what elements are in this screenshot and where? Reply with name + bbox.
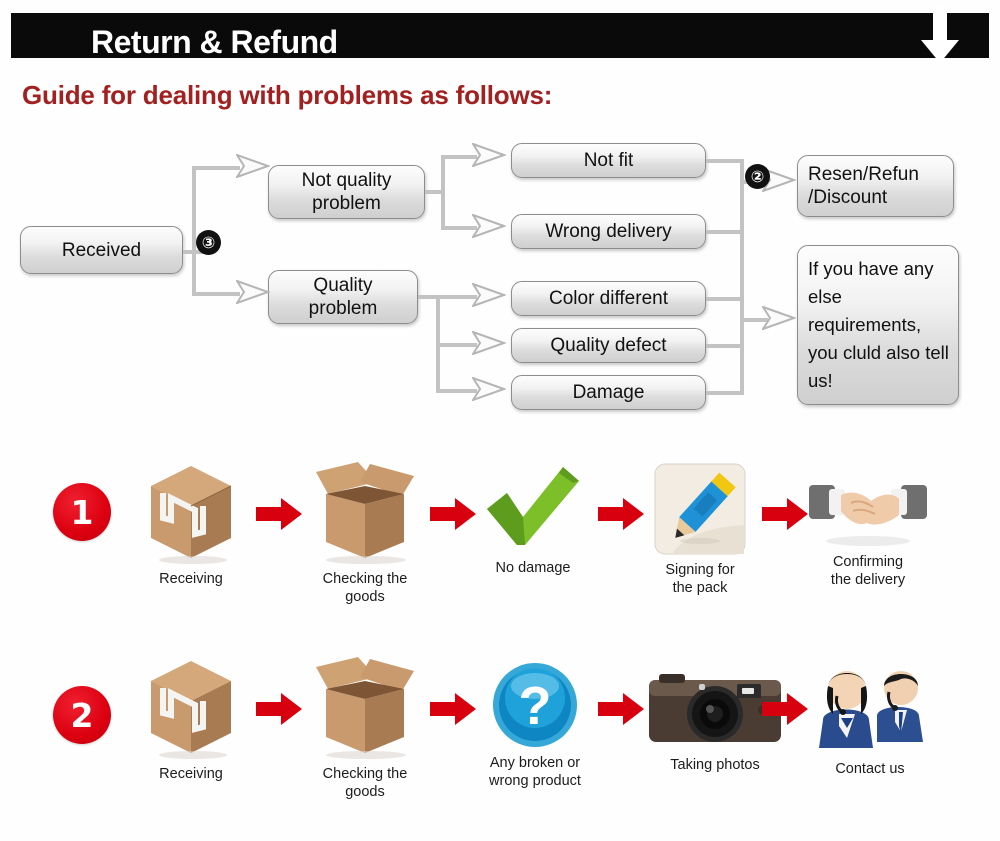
step-caption: Signing for the pack (665, 562, 735, 596)
connector (192, 292, 240, 296)
connector (706, 391, 743, 395)
sub-heading: Guide for dealing with problems as follo… (22, 80, 553, 110)
sealed-parcel-icon (143, 655, 239, 759)
process-row-2: 2 Receiving Checking the goods ? Any bro… (0, 630, 1000, 820)
flow-node-color-different[interactable]: Color different (511, 281, 706, 316)
process-step: Signing for the pack (640, 463, 760, 597)
arrowhead-icon (236, 280, 270, 304)
process-step: Contact us (805, 658, 935, 778)
connector (706, 159, 743, 163)
pencil-signing-icon (654, 463, 746, 555)
svg-text:?: ? (519, 676, 552, 736)
arrowhead-icon (236, 154, 270, 178)
connector (192, 166, 240, 170)
connector (706, 230, 743, 234)
red-arrow-icon (762, 498, 808, 530)
connector (740, 159, 744, 395)
step-caption: Taking photos (670, 757, 760, 773)
step-caption: Any broken or wrong product (489, 755, 581, 789)
connector (441, 155, 445, 230)
process-step: Receiving (130, 655, 252, 783)
arrowhead-icon (472, 377, 506, 401)
connector (436, 295, 477, 299)
handshake-icon (809, 475, 927, 547)
step-caption: Confirming the delivery (830, 554, 906, 588)
flow-node-quality-problem[interactable]: Quality problem (268, 270, 418, 324)
arrow-down-icon (921, 6, 959, 63)
open-box-icon (302, 460, 428, 564)
red-arrow-icon (256, 498, 302, 530)
flow-node-label: Not fit (583, 150, 634, 171)
flow-node-label: Wrong delivery (545, 221, 672, 242)
red-arrow-icon (430, 693, 476, 725)
red-arrow-icon (430, 498, 476, 530)
arrowhead-icon (472, 331, 506, 355)
red-arrow-icon (256, 693, 302, 725)
flow-node-quality-defect[interactable]: Quality defect (511, 328, 706, 363)
connector (192, 166, 196, 296)
flow-node-not-fit[interactable]: Not fit (511, 143, 706, 178)
flow-node-label: If you have any else requirements, you c… (808, 258, 949, 391)
connector (436, 389, 477, 393)
return-refund-infographic: Return & Refund Guide for dealing with p… (0, 0, 1000, 841)
open-box-icon (302, 655, 428, 759)
flow-node-any-else-requirements[interactable]: If you have any else requirements, you c… (797, 245, 959, 405)
flow-badge-2: ② (745, 164, 770, 189)
step-caption: No damage (495, 560, 571, 576)
process-row-number: 1 (53, 483, 111, 541)
step-caption: Contact us (835, 761, 905, 777)
arrowhead-icon (472, 214, 506, 238)
step-caption: Checking the goods (322, 766, 408, 800)
flow-node-damage[interactable]: Damage (511, 375, 706, 410)
header-banner: Return & Refund (11, 13, 989, 60)
flow-node-label: Damage (572, 382, 645, 403)
flow-node-label: Resen/Refun /Discount (808, 164, 919, 208)
green-check-icon (481, 465, 585, 553)
flow-node-resend-refund-discount[interactable]: Resen/Refun /Discount (797, 155, 954, 217)
process-step: No damage (478, 465, 588, 577)
process-step: Checking the goods (300, 655, 430, 801)
connector (706, 344, 743, 348)
arrowhead-icon (762, 306, 796, 330)
problem-flowchart: ③ Received Not quality problem Quality p… (0, 130, 1000, 430)
connector (436, 343, 477, 347)
connector (706, 297, 743, 301)
sealed-parcel-icon (143, 460, 239, 564)
process-row-number: 2 (53, 686, 111, 744)
process-step: Checking the goods (300, 460, 430, 606)
page-title: Return & Refund (91, 24, 338, 60)
arrowhead-icon (472, 283, 506, 307)
arrowhead-icon (472, 143, 506, 167)
step-caption: Checking the goods (322, 571, 408, 605)
flow-node-label: Quality problem (308, 275, 378, 319)
red-arrow-icon (598, 693, 644, 725)
step-caption: Receiving (159, 571, 223, 587)
flow-badge-3: ③ (196, 230, 221, 255)
step-caption: Receiving (159, 766, 223, 782)
process-step: ? Any broken or wrong product (480, 662, 590, 790)
flow-node-not-quality-problem[interactable]: Not quality problem (268, 165, 425, 219)
question-mark-icon: ? (492, 662, 578, 748)
process-row-1: 1 Receiving Checking the goods No damage… (0, 455, 1000, 645)
flow-node-label: Not quality problem (301, 170, 392, 214)
flow-node-label: Color different (549, 288, 668, 309)
flow-node-wrong-delivery[interactable]: Wrong delivery (511, 214, 706, 249)
process-step: Receiving (130, 460, 252, 588)
process-step: Confirming the delivery (803, 475, 933, 589)
flow-node-received[interactable]: Received (20, 226, 183, 274)
red-arrow-icon (762, 693, 808, 725)
flow-node-label: Received (61, 239, 142, 261)
flow-node-label: Quality defect (550, 335, 667, 356)
red-arrow-icon (598, 498, 644, 530)
support-agents-icon (815, 658, 925, 754)
